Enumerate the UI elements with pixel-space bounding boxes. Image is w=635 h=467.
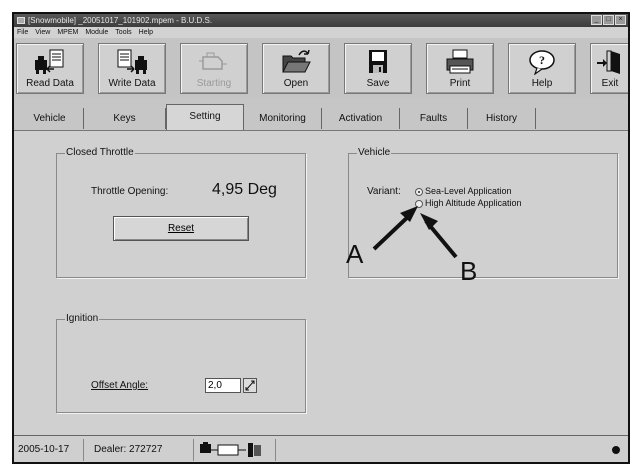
menu-view[interactable]: View [35,27,50,38]
title-bar: [Snowmobile] _20051017_101902.mpem - B.U… [14,14,628,27]
window-title: [Snowmobile] _20051017_101902.mpem - B.U… [28,16,213,25]
callout-arrows [372,206,458,259]
folder-open-icon [282,49,311,73]
spin-arrows-icon [245,380,255,391]
read-data-button[interactable]: Read Data [16,43,84,94]
tab-bar: Vehicle Keys Setting Monitoring Activati… [14,98,628,130]
save-button[interactable]: Save [344,43,412,94]
tab-faults[interactable]: Faults [400,108,468,129]
status-date: 2005-10-17 [18,439,84,461]
setting-panel: Closed Throttle Throttle Opening: 4,95 D… [14,130,628,436]
app-icon [17,17,25,24]
write-data-label: Write Data [108,78,156,89]
menu-help[interactable]: Help [139,27,153,38]
connection-status [198,439,276,461]
tab-monitoring[interactable]: Monitoring [244,108,322,129]
read-data-icon [35,49,64,74]
tab-history[interactable]: History [468,108,536,129]
tab-activation[interactable]: Activation [322,108,400,129]
callout-a-label: A [346,239,364,269]
ignition-group: Ignition Offset Angle: 2,0 [56,313,306,413]
menu-bar: File View MPEM Module Tools Help [14,27,628,38]
minimize-button[interactable]: _ [591,15,602,25]
write-data-icon [117,49,147,74]
status-indicator-icon [612,446,620,454]
throttle-opening-value: 4,95 Deg [212,181,277,198]
tab-keys[interactable]: Keys [84,108,166,129]
tab-vehicle[interactable]: Vehicle [16,108,84,129]
vehicle-group-title: Vehicle [357,147,392,158]
reset-button[interactable]: Reset [113,216,249,241]
application-window: [Snowmobile] _20051017_101902.mpem - B.U… [12,12,630,464]
starting-button[interactable]: Starting [180,43,248,94]
read-data-label: Read Data [26,78,74,89]
status-dealer: Dealer: 272727 [94,439,194,461]
starting-label: Starting [196,78,232,89]
reset-label: Reset [167,223,195,234]
exit-door-icon [597,50,620,74]
open-label: Open [283,78,309,89]
exit-label: Exit [601,78,619,89]
print-button[interactable]: Print [426,43,494,94]
print-label: Print [449,78,471,89]
help-button[interactable]: ? Help [508,43,576,94]
toolbar: Read Data Write Data Starting Open Save … [14,38,628,99]
close-button[interactable]: × [615,15,626,25]
ignition-title: Ignition [65,313,100,324]
svg-text:?: ? [539,53,545,67]
offset-angle-label: Offset Angle: [91,380,149,391]
offset-angle-input[interactable]: 2,0 [205,378,241,393]
save-label: Save [366,78,390,89]
write-data-button[interactable]: Write Data [98,43,166,94]
help-label: Help [531,78,553,89]
menu-module[interactable]: Module [85,27,108,38]
closed-throttle-title: Closed Throttle [65,147,135,158]
status-bar: 2005-10-17 Dealer: 272727 [14,435,628,462]
menu-tools[interactable]: Tools [115,27,131,38]
help-icon: ? [529,50,555,75]
floppy-disk-icon [369,50,387,73]
offset-angle-spin-button[interactable] [243,378,257,393]
tab-setting[interactable]: Setting [166,104,244,130]
open-button[interactable]: Open [262,43,330,94]
callout-b-label: B [460,256,478,286]
menu-mpem[interactable]: MPEM [57,27,78,38]
closed-throttle-group: Closed Throttle Throttle Opening: 4,95 D… [56,147,306,278]
menu-file[interactable]: File [17,27,28,38]
engine-icon [199,52,227,70]
printer-icon [446,49,474,74]
maximize-button[interactable]: □ [603,15,614,25]
throttle-opening-label: Throttle Opening: [91,186,169,197]
connection-icon [200,442,261,457]
exit-button[interactable]: Exit [590,43,628,94]
